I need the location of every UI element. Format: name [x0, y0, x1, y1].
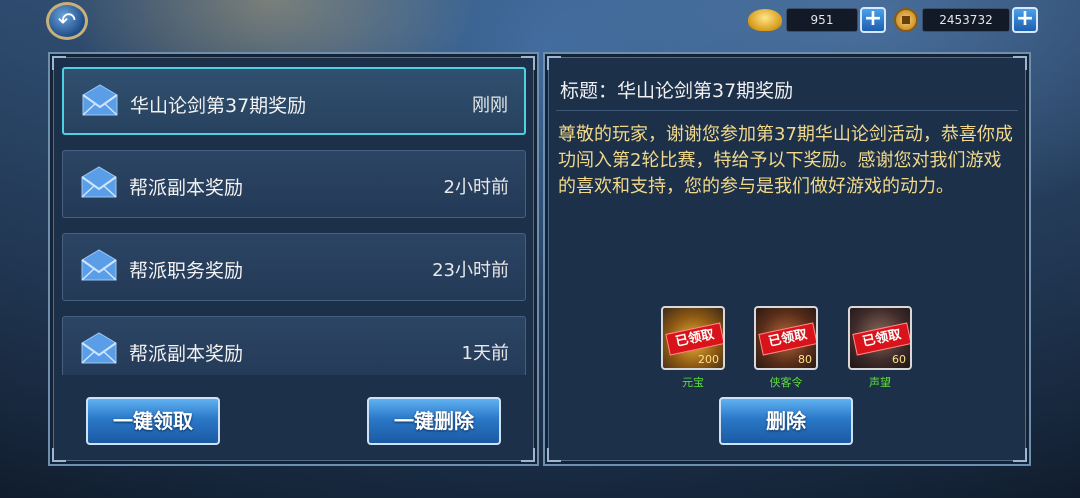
ingot-counter: 951 + — [748, 7, 886, 33]
claimed-stamp: 已领取 — [665, 322, 723, 356]
corner-ornament — [547, 448, 561, 462]
mail-time: 23小时前 — [432, 260, 509, 281]
corner-ornament — [547, 56, 561, 70]
delete-all-button[interactable]: 一键删除 — [367, 397, 501, 445]
mail-title: 帮派职务奖励 — [129, 260, 244, 282]
mail-time: 2小时前 — [443, 177, 509, 198]
mail-subject: 标题：华山论剑第37期奖励 — [560, 80, 794, 102]
mail-title: 华山论剑第37期奖励 — [130, 95, 307, 117]
mail-item[interactable]: 帮派副本奖励 2小时前 — [62, 150, 526, 218]
reward-item[interactable]: 已领取 200 元宝 — [661, 306, 725, 390]
reward-quantity: 60 — [892, 353, 906, 366]
corner-ornament — [1013, 56, 1027, 70]
gold-ingot-icon — [748, 9, 782, 31]
envelope-icon — [81, 332, 117, 364]
corner-ornament — [52, 448, 66, 462]
mail-item[interactable]: 华山论剑第37期奖励 刚刚 — [62, 67, 526, 135]
reward-item[interactable]: 已领取 80 侠客令 — [754, 306, 818, 390]
reward-name: 元宝 — [682, 376, 704, 389]
mail-item[interactable]: 帮派副本奖励 1天前 — [62, 316, 526, 375]
delete-button[interactable]: 删除 — [719, 397, 853, 445]
reward-name: 侠客令 — [769, 376, 803, 389]
claimed-stamp: 已领取 — [852, 322, 910, 356]
mail-list[interactable]: 华山论剑第37期奖励 刚刚 帮派副本奖励 2小时前 帮派职务奖励 23小时前 帮… — [62, 66, 526, 375]
envelope-icon — [81, 249, 117, 281]
add-coin-button[interactable]: + — [1012, 7, 1038, 33]
gold-ingot-icon: 已领取 200 — [661, 306, 725, 370]
coin-counter: 2453732 + — [894, 7, 1038, 33]
ingot-amount: 951 — [786, 8, 858, 32]
mail-item[interactable]: 帮派职务奖励 23小时前 — [62, 233, 526, 301]
envelope-icon — [81, 166, 117, 198]
mail-body: 尊敬的玩家，谢谢您参加第37期华山论剑活动，恭喜你成功闯入第2轮比赛，特给予以下… — [558, 124, 1013, 197]
copper-coin-icon — [894, 8, 918, 32]
mail-title: 帮派副本奖励 — [129, 343, 244, 365]
reward-quantity: 200 — [698, 353, 719, 366]
claimed-stamp: 已领取 — [758, 322, 816, 356]
mail-time: 1天前 — [461, 343, 509, 364]
reputation-icon: 已领取 60 — [848, 306, 912, 370]
mail-time: 刚刚 — [472, 95, 508, 116]
divider — [556, 110, 1018, 111]
reward-name: 声望 — [869, 376, 891, 389]
envelope-icon — [82, 84, 118, 116]
mail-title: 帮派副本奖励 — [129, 177, 244, 199]
back-arrow-icon[interactable]: ↶ — [46, 2, 88, 40]
coin-amount: 2453732 — [922, 8, 1010, 32]
reward-quantity: 80 — [798, 353, 812, 366]
token-icon: 已领取 80 — [754, 306, 818, 370]
corner-ornament — [1013, 448, 1027, 462]
corner-ornament — [521, 448, 535, 462]
reward-item[interactable]: 已领取 60 声望 — [848, 306, 912, 390]
add-ingot-button[interactable]: + — [860, 7, 886, 33]
claim-all-button[interactable]: 一键领取 — [86, 397, 220, 445]
